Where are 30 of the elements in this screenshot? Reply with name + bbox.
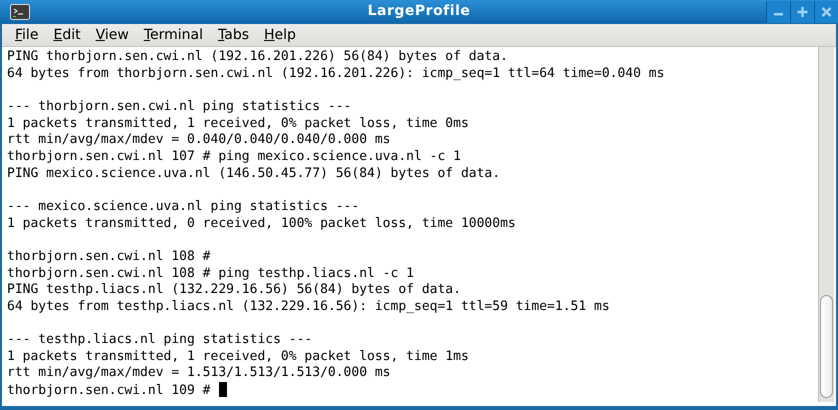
- maximize-button[interactable]: [790, 1, 814, 23]
- close-button[interactable]: [814, 1, 838, 23]
- terminal-line: thorbjorn.sen.cwi.nl 107 # ping mexico.science.uva.nl -c 1: [7, 148, 461, 164]
- terminal-line: thorbjorn.sen.cwi.nl 108 # ping testhp.liacs.nl -c 1: [7, 266, 414, 281]
- terminal-line: PING thorbjorn.sen.cwi.nl (192.16.201.226) 56(84) bytes of data.: [7, 49, 508, 64]
- terminal-line: 64 bytes from testhp.liacs.nl (132.229.16.56): icmp_seq=1 ttl=59 time=1.51 ms: [7, 298, 610, 314]
- terminal-line: thorbjorn.sen.cwi.nl 109 #: [7, 383, 210, 398]
- terminal-line: 64 bytes from thorbjorn.sen.cwi.nl (192.16.201.226): icmp_seq=1 ttl=64 time=0.040 ms: [7, 66, 664, 81]
- terminal-line: --- mexico.science.uva.nl ping statistics ---: [7, 198, 360, 214]
- window-title: LargeProfile: [368, 3, 470, 19]
- menu-item[interactable]: Help: [256, 27, 304, 43]
- menu-item[interactable]: File: [7, 27, 46, 43]
- terminal-line: rtt min/avg/max/mdev = 1.513/1.513/1.513/0.000 ms: [7, 365, 391, 380]
- menu-item[interactable]: View: [88, 27, 137, 43]
- menu-item[interactable]: Tabs: [210, 27, 257, 43]
- terminal-icon: [10, 4, 30, 20]
- terminal-line: rtt min/avg/max/mdev = 0.040/0.040/0.040/0.000 ms: [7, 132, 391, 148]
- terminal-line: 1 packets transmitted, 1 received, 0% packet loss, time 1ms: [7, 348, 469, 364]
- menu-item[interactable]: Edit: [45, 27, 89, 43]
- minimize-button[interactable]: [766, 1, 790, 23]
- terminal-line: 1 packets transmitted, 0 received, 100% packet loss, time 10000ms: [7, 216, 516, 231]
- menu-item[interactable]: Terminal: [136, 27, 211, 43]
- terminal-line: --- thorbjorn.sen.cwi.nl ping statistics ---: [7, 98, 352, 114]
- terminal-line: PING mexico.science.uva.nl (146.50.45.77) 56(84) bytes of data.: [7, 166, 500, 181]
- scrollbar[interactable]: [818, 47, 834, 402]
- terminal-line: 1 packets transmitted, 1 received, 0% packet loss, time 0ms: [7, 116, 469, 131]
- terminal-line: --- testhp.liacs.nl ping statistics ---: [7, 332, 312, 348]
- terminal-line: thorbjorn.sen.cwi.nl 108 #: [7, 248, 210, 264]
- scrollbar-thumb[interactable]: [820, 295, 833, 398]
- terminal-line: PING testhp.liacs.nl (132.229.16.56) 56(84) bytes of data.: [7, 282, 461, 298]
